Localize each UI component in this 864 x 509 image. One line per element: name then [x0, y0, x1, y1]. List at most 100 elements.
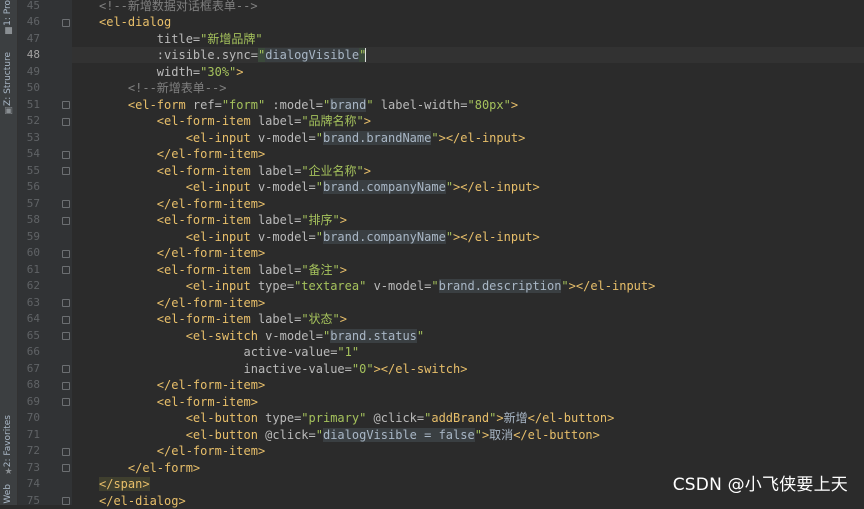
fold-marker-icon[interactable]	[62, 299, 70, 307]
code-line: <el-form-item label="备注">	[99, 262, 347, 278]
structure-tool-window-button[interactable]: Z: Structure ▣	[0, 52, 17, 116]
code-token: label=	[257, 213, 302, 227]
code-token: "	[445, 180, 454, 194]
code-token: <!--新增数据对话框表单-->	[99, 0, 258, 13]
project-tool-window-button[interactable]: 1: Pro ■	[0, 0, 17, 36]
code-token: @click=	[373, 411, 425, 425]
favorites-tool-window-button[interactable]: 2: Favorites ★	[0, 415, 17, 477]
code-line: </el-form-item>	[99, 443, 265, 459]
code-line: <el-switch v-model="brand.status"	[99, 328, 424, 344]
structure-icon: ▣	[4, 105, 13, 116]
line-number: 63	[26, 295, 40, 309]
code-token: "form"	[221, 97, 273, 112]
line-number: 54	[26, 147, 40, 160]
code-token: <el-switch	[99, 328, 266, 343]
code-line: </el-form-item>	[99, 146, 265, 162]
line-number: 64	[26, 312, 40, 325]
code-token: ></el-input>	[568, 279, 656, 293]
fold-marker-icon[interactable]	[62, 200, 70, 208]
code-token: label-width=	[380, 97, 468, 112]
fold-marker-icon[interactable]	[62, 249, 70, 258]
line-number: 72	[26, 444, 40, 457]
watermark: CSDN @小飞侠要上天	[672, 475, 848, 495]
code-token: label=	[257, 312, 302, 326]
code-token: "	[431, 130, 439, 145]
code-token: >	[363, 114, 371, 128]
line-number: 59	[26, 229, 40, 243]
code-token: "排序"	[301, 213, 340, 227]
code-token: <el-form-item>	[99, 394, 258, 409]
fold-marker-icon[interactable]	[62, 497, 70, 505]
code-line: <el-input v-model="brand.companyName"></…	[99, 229, 540, 245]
code-token: "textarea"	[294, 279, 374, 293]
fold-marker-icon[interactable]	[62, 18, 70, 27]
line-number: 51	[26, 97, 40, 111]
line-number: 67	[26, 361, 40, 375]
fold-marker-icon[interactable]	[62, 447, 70, 456]
code-token: :model=	[272, 97, 323, 112]
code-token: type=	[265, 411, 302, 425]
code-token: <el-form-item	[99, 262, 258, 277]
code-token: ref=	[192, 97, 222, 112]
text-caret	[365, 48, 367, 62]
code-line: width="30%">	[99, 64, 244, 80]
line-number: 58	[26, 213, 40, 226]
line-number: 45	[26, 0, 40, 12]
code-token: "	[416, 328, 425, 343]
code-token: label=	[257, 262, 302, 277]
star-icon: ★	[4, 467, 13, 478]
code-line: active-value="1"	[99, 344, 359, 360]
code-line: </el-form-item>	[99, 377, 265, 393]
fold-marker-icon[interactable]	[62, 117, 70, 126]
line-number: 74	[26, 477, 40, 490]
code-token: >	[363, 163, 371, 178]
line-number: 52	[26, 114, 40, 127]
fold-marker-icon[interactable]	[62, 332, 70, 340]
line-number: 66	[26, 345, 40, 358]
code-token: active-value=	[99, 345, 338, 359]
code-line: <el-form-item label="排序">	[99, 212, 347, 228]
code-line: <el-form-item>	[99, 394, 258, 410]
fold-marker-icon[interactable]	[62, 464, 70, 472]
code-token: 取消	[489, 427, 514, 442]
code-line: <el-button type="primary" @click="addBra…	[99, 410, 615, 426]
code-token: "30%"	[200, 64, 237, 79]
code-token: "企业名称"	[301, 163, 364, 178]
code-token: >	[510, 97, 519, 112]
web-tool-window-button[interactable]: Web	[0, 484, 17, 504]
code-line: </el-form-item>	[99, 245, 265, 261]
line-number: 46	[26, 15, 40, 28]
code-token: "	[431, 279, 439, 293]
fold-marker-icon[interactable]	[62, 381, 70, 390]
line-number: 61	[26, 262, 40, 276]
favorites-tool-label: 2: Favorites	[3, 415, 13, 468]
line-number: 57	[26, 196, 40, 210]
code-token: <el-input	[99, 229, 258, 244]
fold-marker-icon[interactable]	[62, 365, 70, 373]
code-token: </el-button>	[513, 427, 600, 442]
fold-marker-icon[interactable]	[62, 167, 70, 175]
code-token: </el-form>	[99, 460, 201, 475]
code-token: </el-form-item>	[99, 378, 266, 392]
code-token: "primary"	[301, 411, 374, 425]
fold-marker-icon[interactable]	[62, 315, 70, 324]
code-token: <el-form-item	[99, 312, 258, 326]
code-token: v-model=	[257, 229, 316, 244]
code-token: </el-form-item>	[99, 147, 266, 161]
code-line: </el-form-item>	[99, 295, 265, 311]
code-line: <el-input v-model="brand.companyName"></…	[99, 179, 540, 195]
project-tool-label: 1: Pro	[3, 0, 13, 26]
fold-marker-icon[interactable]	[62, 101, 70, 109]
fold-marker-icon[interactable]	[62, 216, 70, 225]
code-line: inactive-value="0"></el-switch>	[99, 361, 467, 377]
fold-marker-icon[interactable]	[62, 150, 70, 159]
code-token: "	[474, 427, 482, 442]
code-token: "	[445, 229, 454, 244]
fold-marker-icon[interactable]	[62, 398, 70, 406]
code-token: <el-form-item	[99, 114, 258, 128]
code-token: brand.companyName	[322, 229, 446, 244]
code-token: <el-input	[99, 130, 258, 145]
line-number: 73	[26, 460, 40, 474]
code-token: brand.status	[330, 328, 417, 343]
fold-marker-icon[interactable]	[62, 266, 70, 274]
